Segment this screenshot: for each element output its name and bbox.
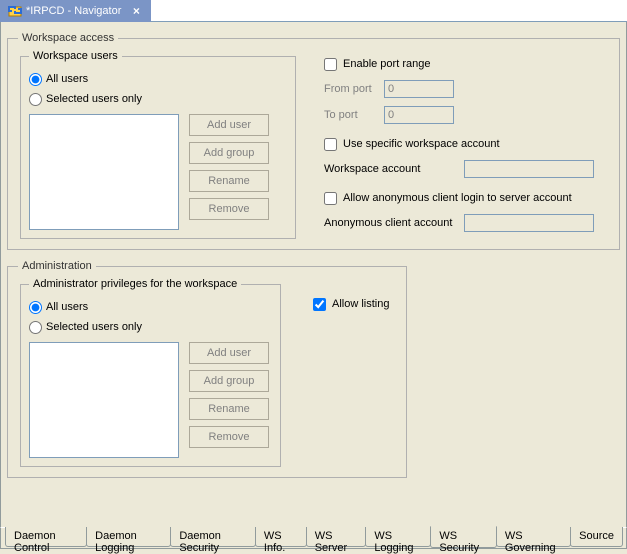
- editor-tab[interactable]: *IRPCD - Navigator ×: [0, 0, 151, 22]
- ws-add-group-button[interactable]: Add group: [189, 142, 269, 164]
- admin-add-group-button[interactable]: Add group: [189, 370, 269, 392]
- radio-ws-all-users-label: All users: [46, 73, 88, 85]
- workspace-access-group: Workspace access Workspace users All use…: [7, 32, 620, 250]
- ws-add-user-button[interactable]: Add user: [189, 114, 269, 136]
- bottom-tab-ws-server[interactable]: WS Server: [306, 527, 367, 547]
- workspace-users-list[interactable]: [29, 114, 179, 230]
- anonymous-account-input[interactable]: [464, 214, 594, 232]
- editor-tab-label: *IRPCD - Navigator: [26, 5, 121, 17]
- allow-anonymous-checkbox[interactable]: [324, 192, 337, 205]
- bottom-tab-ws-info-[interactable]: WS Info.: [255, 527, 307, 547]
- workspace-account-label: Workspace account: [324, 163, 464, 175]
- workspace-access-legend: Workspace access: [18, 32, 118, 44]
- workspace-users-legend: Workspace users: [29, 50, 122, 62]
- content-area: Workspace access Workspace users All use…: [0, 22, 627, 527]
- bottom-tab-ws-logging[interactable]: WS Logging: [365, 527, 431, 547]
- workspace-users-group: Workspace users All users Selected users…: [20, 50, 296, 239]
- administration-legend: Administration: [18, 260, 96, 272]
- allow-listing-label: Allow listing: [332, 298, 389, 310]
- bottom-tab-ws-security[interactable]: WS Security: [430, 526, 496, 548]
- use-specific-account-label: Use specific workspace account: [343, 138, 500, 150]
- admin-privs-legend: Administrator privileges for the workspa…: [29, 278, 241, 290]
- allow-anonymous-label: Allow anonymous client login to server a…: [343, 192, 572, 204]
- use-specific-account-checkbox[interactable]: [324, 138, 337, 151]
- allow-listing-checkbox[interactable]: [313, 298, 326, 311]
- admin-users-list[interactable]: [29, 342, 179, 458]
- enable-port-range-checkbox[interactable]: [324, 58, 337, 71]
- navigator-icon: [8, 4, 22, 18]
- bottom-tab-source[interactable]: Source: [570, 527, 623, 547]
- admin-remove-button[interactable]: Remove: [189, 426, 269, 448]
- from-port-input[interactable]: [384, 80, 454, 98]
- radio-admin-all-users-label: All users: [46, 301, 88, 313]
- ws-rename-button[interactable]: Rename: [189, 170, 269, 192]
- close-icon[interactable]: ×: [129, 4, 143, 18]
- to-port-input[interactable]: [384, 106, 454, 124]
- radio-ws-selected-users-label: Selected users only: [46, 93, 142, 105]
- administration-group: Administration Administrator privileges …: [7, 260, 407, 478]
- workspace-account-input[interactable]: [464, 160, 594, 178]
- ws-remove-button[interactable]: Remove: [189, 198, 269, 220]
- bottom-tab-daemon-security[interactable]: Daemon Security: [170, 527, 256, 547]
- bottom-tab-daemon-control[interactable]: Daemon Control: [5, 527, 87, 547]
- anonymous-account-label: Anonymous client account: [324, 217, 464, 229]
- radio-admin-selected-users-label: Selected users only: [46, 321, 142, 333]
- enable-port-range-label: Enable port range: [343, 58, 430, 70]
- from-port-label: From port: [324, 83, 384, 95]
- radio-admin-selected-users[interactable]: [29, 321, 42, 334]
- admin-privs-group: Administrator privileges for the workspa…: [20, 278, 281, 467]
- admin-add-user-button[interactable]: Add user: [189, 342, 269, 364]
- to-port-label: To port: [324, 109, 384, 121]
- bottom-tab-ws-governing[interactable]: WS Governing: [496, 527, 571, 547]
- bottom-tab-daemon-logging[interactable]: Daemon Logging: [86, 527, 171, 547]
- admin-rename-button[interactable]: Rename: [189, 398, 269, 420]
- radio-ws-selected-users[interactable]: [29, 93, 42, 106]
- top-tabbar: *IRPCD - Navigator ×: [0, 0, 627, 22]
- radio-ws-all-users[interactable]: [29, 73, 42, 86]
- radio-admin-all-users[interactable]: [29, 301, 42, 314]
- bottom-tabbar: Daemon ControlDaemon LoggingDaemon Secur…: [0, 527, 627, 549]
